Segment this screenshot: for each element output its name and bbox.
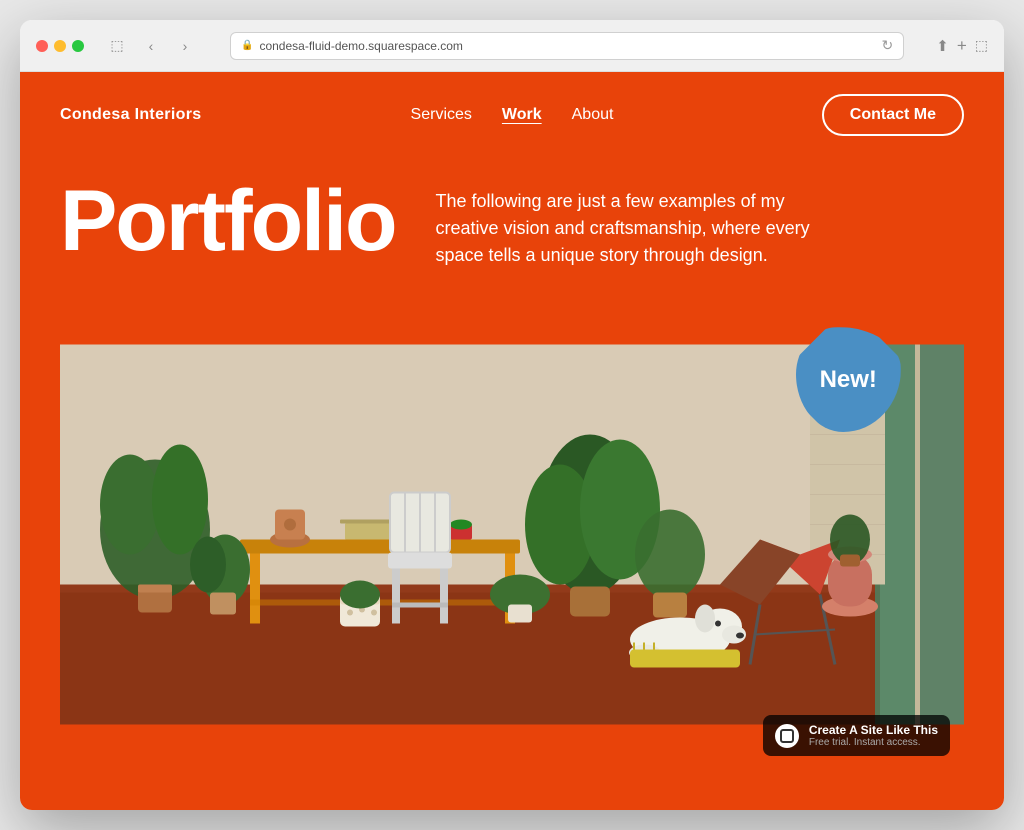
website-content: Condesa Interiors Services Work About Co… (20, 72, 1004, 810)
nav-links: Services Work About (411, 106, 614, 124)
share-icon[interactable]: ⬆ (936, 37, 949, 55)
back-button[interactable]: ⬚ (104, 33, 130, 59)
address-bar[interactable]: 🔒 condesa-fluid-demo.squarespace.com ↻ (230, 32, 904, 60)
refresh-icon[interactable]: ↻ (882, 37, 894, 54)
portfolio-image: New! Create A Site Like This Free trial.… (60, 299, 964, 770)
close-button[interactable] (36, 40, 48, 52)
contact-button[interactable]: Contact Me (822, 94, 964, 136)
nav-work[interactable]: Work (502, 106, 542, 124)
nav-back-button[interactable]: ‹ (138, 33, 164, 59)
squarespace-text: Create A Site Like This Free trial. Inst… (809, 723, 938, 748)
site-logo[interactable]: Condesa Interiors (60, 106, 201, 124)
nav-services[interactable]: Services (411, 106, 472, 124)
squarespace-badge[interactable]: Create A Site Like This Free trial. Inst… (763, 715, 950, 756)
hero-title: Portfolio (60, 178, 396, 264)
browser-window: ⬚ ‹ › 🔒 condesa-fluid-demo.squarespace.c… (20, 20, 1004, 810)
squarespace-subtitle: Free trial. Instant access. (809, 737, 938, 748)
tabs-icon[interactable]: ⬚ (975, 37, 988, 54)
new-badge-text: New! (820, 366, 877, 394)
browser-actions: ⬆ + ⬚ (936, 36, 988, 56)
navigation: Condesa Interiors Services Work About Co… (20, 72, 1004, 158)
hero-description: The following are just a few examples of… (436, 178, 816, 269)
squarespace-title: Create A Site Like This (809, 723, 938, 737)
lock-icon: 🔒 (241, 40, 253, 51)
browser-chrome: ⬚ ‹ › 🔒 condesa-fluid-demo.squarespace.c… (20, 20, 1004, 72)
maximize-button[interactable] (72, 40, 84, 52)
url-text: condesa-fluid-demo.squarespace.com (259, 39, 462, 53)
new-tab-icon[interactable]: + (957, 36, 967, 56)
nav-forward-button[interactable]: › (172, 33, 198, 59)
browser-controls: ⬚ ‹ › (104, 33, 198, 59)
hero-section: Portfolio The following are just a few e… (20, 158, 1004, 299)
nav-about[interactable]: About (572, 106, 614, 124)
minimize-button[interactable] (54, 40, 66, 52)
traffic-lights (36, 40, 84, 52)
squarespace-logo (775, 724, 799, 748)
squarespace-logo-inner (780, 729, 794, 743)
